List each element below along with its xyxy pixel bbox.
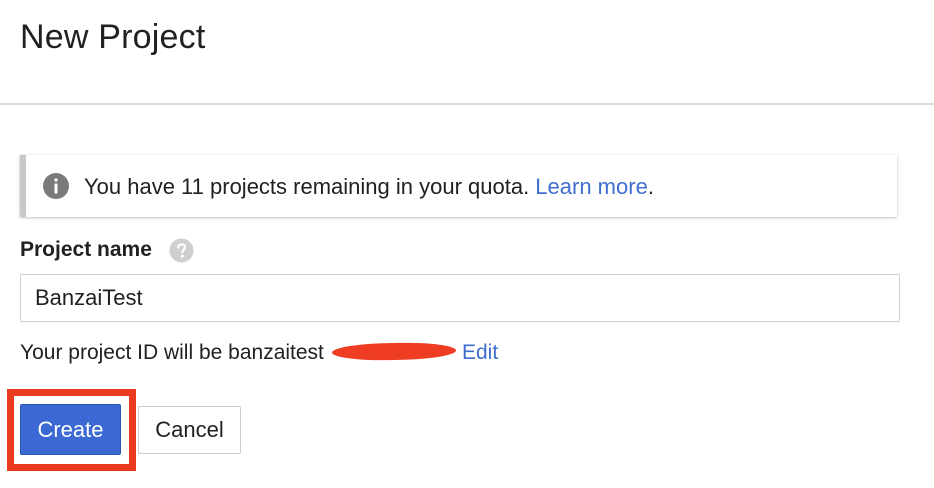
redaction-mark <box>331 341 457 362</box>
create-button[interactable]: Create <box>20 404 121 455</box>
header-divider <box>0 103 934 105</box>
quota-message: You have 11 projects remaining in your q… <box>84 174 536 199</box>
help-circle-icon[interactable] <box>169 238 194 263</box>
project-name-input[interactable] <box>20 274 900 322</box>
project-id-text: Your project ID will be banzaitest <box>20 341 324 364</box>
quota-notice-text: You have 11 projects remaining in your q… <box>84 173 654 201</box>
project-name-label: Project name <box>20 238 152 261</box>
new-project-page: New Project You have 11 projects remaini… <box>0 0 934 488</box>
learn-more-link[interactable]: Learn more <box>535 174 648 199</box>
info-icon <box>43 173 69 199</box>
cancel-button[interactable]: Cancel <box>138 406 241 454</box>
edit-project-id-link[interactable]: Edit <box>462 340 498 366</box>
page-title: New Project <box>20 18 206 56</box>
quota-message-end: . <box>647 174 654 199</box>
quota-notice: You have 11 projects remaining in your q… <box>20 155 897 217</box>
